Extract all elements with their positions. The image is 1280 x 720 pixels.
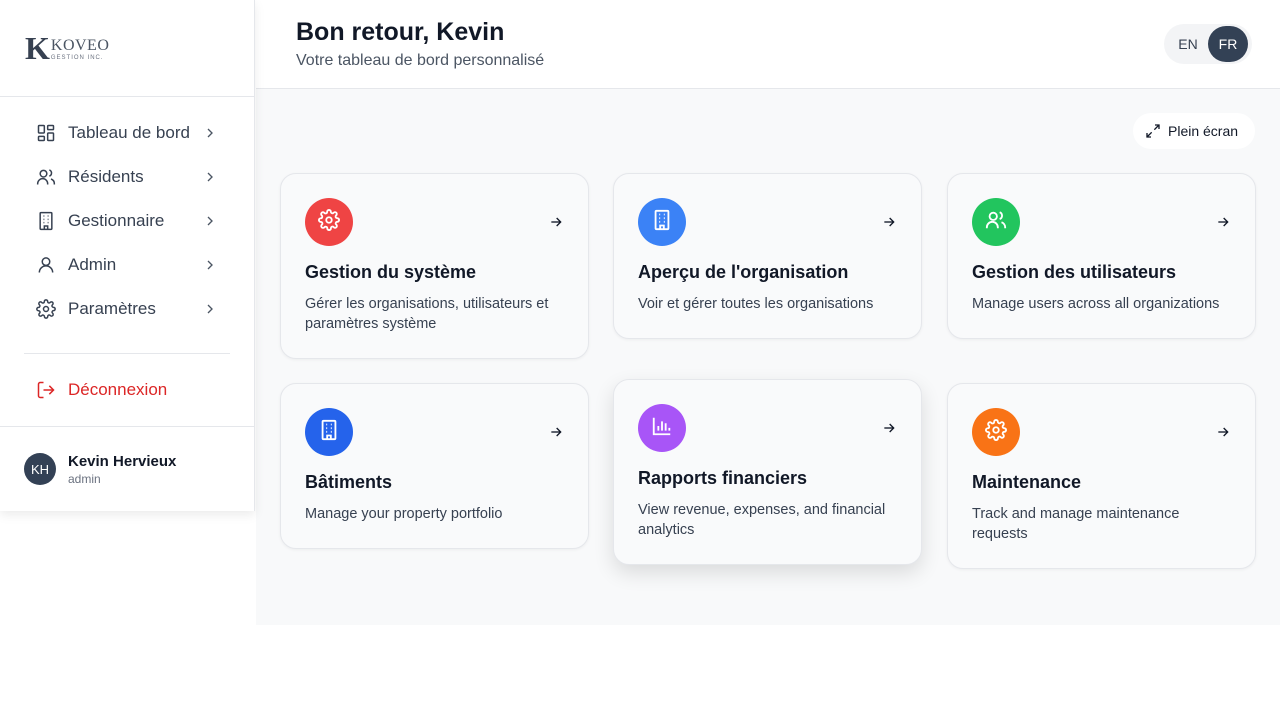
building-icon <box>36 211 56 231</box>
gear-icon <box>318 208 340 236</box>
card-icon-bg <box>305 408 353 456</box>
sidebar-item-parametres[interactable]: Paramètres <box>0 287 254 331</box>
card-description: Manage your property portfolio <box>305 506 503 522</box>
logo-area: K KOVEO GESTION INC. <box>0 0 254 97</box>
sidebar-nav: Tableau de bord Résidents Gestionnaire A… <box>0 97 254 331</box>
card-rapports-financiers[interactable]: Rapports financiers View revenue, expens… <box>613 379 922 565</box>
card-icon-bg <box>638 198 686 246</box>
arrow-right-icon <box>881 420 897 436</box>
gear-icon <box>36 299 56 319</box>
sidebar-item-tableau-de-bord[interactable]: Tableau de bord <box>0 111 254 155</box>
fullscreen-button[interactable]: Plein écran <box>1133 113 1255 149</box>
avatar: KH <box>24 453 56 485</box>
card-icon-bg <box>972 408 1020 456</box>
arrow-right-icon <box>881 214 897 230</box>
sidebar-item-residents[interactable]: Résidents <box>0 155 254 199</box>
language-fr-button[interactable]: FR <box>1208 26 1248 62</box>
building-icon <box>651 209 673 236</box>
arrow-right-icon <box>1215 214 1231 230</box>
expand-icon <box>1145 123 1161 139</box>
sidebar-item-label: Gestionnaire <box>68 211 165 230</box>
card-batiments[interactable]: Bâtiments Manage your property portfolio <box>280 383 589 549</box>
card-title: Gestion des utilisateurs <box>972 262 1177 282</box>
card-gestion-du-systeme[interactable]: Gestion du système Gérer les organisatio… <box>280 173 589 359</box>
chevron-right-icon <box>202 257 218 273</box>
user-name: Kevin Hervieux <box>68 452 177 470</box>
sidebar-item-label: Paramètres <box>68 299 156 318</box>
sidebar-item-label: Résidents <box>68 167 144 186</box>
page-header: Bon retour, Kevin Votre tableau de bord … <box>256 0 1280 89</box>
card-description: View revenue, expenses, and financial an… <box>638 502 886 538</box>
page-title: Bon retour, Kevin <box>296 18 505 46</box>
card-title: Aperçu de l'organisation <box>638 262 849 282</box>
logout-label: Déconnexion <box>68 380 168 399</box>
main-content: Plein écran Gestion du système Gérer les… <box>256 89 1280 625</box>
card-icon-bg <box>638 404 686 452</box>
card-maintenance[interactable]: Maintenance Track and manage maintenance… <box>947 383 1256 569</box>
chevron-right-icon <box>202 301 218 317</box>
fullscreen-label: Plein écran <box>1168 123 1239 139</box>
card-title: Maintenance <box>972 472 1082 492</box>
chevron-right-icon <box>202 125 218 141</box>
user-icon <box>36 255 56 275</box>
logout-button[interactable]: Déconnexion <box>0 368 254 412</box>
app: K KOVEO GESTION INC. Tableau de bord Rés <box>0 0 1280 720</box>
user-profile[interactable]: KH Kevin Hervieux admin <box>0 426 255 511</box>
card-description: Voir et gérer toutes les organisations <box>638 296 874 312</box>
chevron-right-icon <box>202 169 218 185</box>
sidebar-item-gestionnaire[interactable]: Gestionnaire <box>0 199 254 243</box>
card-description: Manage users across all organizations <box>972 296 1220 312</box>
sidebar-item-admin[interactable]: Admin <box>0 243 254 287</box>
sidebar-item-label: Admin <box>68 255 117 274</box>
language-switcher: EN FR <box>1164 24 1252 64</box>
card-title: Rapports financiers <box>638 468 808 488</box>
language-en-button[interactable]: EN <box>1168 26 1208 62</box>
bar-chart-icon <box>651 415 673 442</box>
logo-name: KOVEO <box>50 37 110 54</box>
logout-icon <box>36 380 56 400</box>
card-apercu-organisation[interactable]: Aperçu de l'organisation Voir et gérer t… <box>613 173 922 339</box>
sidebar: K KOVEO GESTION INC. Tableau de bord Rés <box>0 0 255 511</box>
building-icon <box>318 419 340 446</box>
sidebar-divider <box>24 353 230 354</box>
arrow-right-icon <box>548 214 564 230</box>
gear-icon <box>985 418 1007 446</box>
page-subtitle: Votre tableau de bord personnalisé <box>296 52 545 69</box>
users-icon <box>985 209 1007 236</box>
koveo-logo[interactable]: K KOVEO GESTION INC. <box>25 30 110 66</box>
card-description: Gérer les organisations, utilisateurs et… <box>305 296 549 332</box>
logo-subtitle: GESTION INC. <box>50 55 104 61</box>
logo-letter: K <box>25 30 50 66</box>
card-gestion-utilisateurs[interactable]: Gestion des utilisateurs Manage users ac… <box>947 173 1256 339</box>
chevron-right-icon <box>202 213 218 229</box>
card-title: Gestion du système <box>305 262 477 282</box>
arrow-right-icon <box>1215 424 1231 440</box>
card-description: Track and manage maintenance requests <box>972 506 1180 542</box>
user-role: admin <box>68 471 101 486</box>
arrow-right-icon <box>548 424 564 440</box>
card-icon-bg <box>305 198 353 246</box>
sidebar-item-label: Tableau de bord <box>68 123 190 142</box>
dashboard-icon <box>36 123 56 143</box>
card-title: Bâtiments <box>305 472 393 492</box>
card-icon-bg <box>972 198 1020 246</box>
users-icon <box>36 167 56 187</box>
